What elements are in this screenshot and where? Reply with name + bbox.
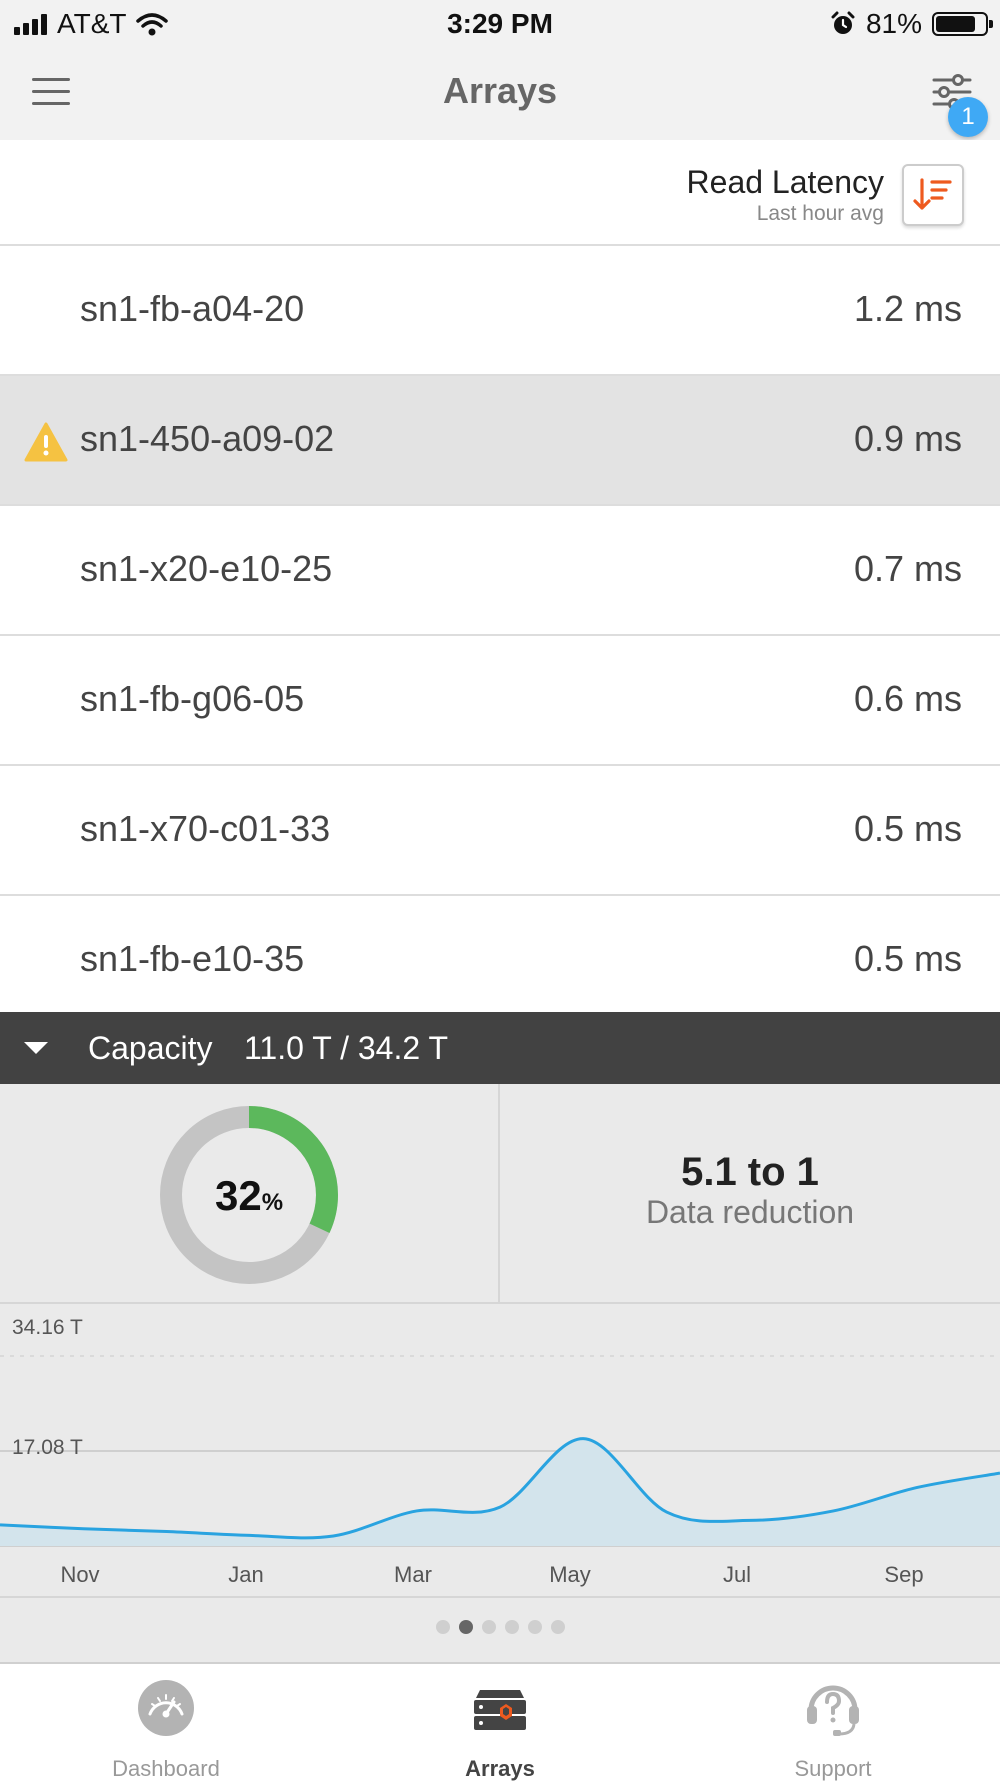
page-dot[interactable] (551, 1620, 565, 1634)
tab-support[interactable]: Support (733, 1664, 933, 1780)
array-latency: 0.6 ms (854, 678, 962, 720)
x-tick-label: May (530, 1562, 610, 1588)
sort-metric-subtitle: Last hour avg (757, 202, 884, 226)
array-name: sn1-fb-a04-20 (80, 288, 304, 330)
warning-icon (24, 422, 68, 462)
sort-metric-title[interactable]: Read Latency (687, 164, 884, 201)
array-row[interactable]: sn1-fb-g06-05 0.6 ms (0, 636, 1000, 766)
array-name: sn1-x70-c01-33 (80, 808, 330, 850)
array-name: sn1-450-a09-02 (80, 418, 334, 460)
page-dot[interactable] (436, 1620, 450, 1634)
nav-bar: Arrays (0, 48, 1000, 140)
capacity-percent-sign: % (262, 1189, 283, 1216)
tab-label: Dashboard (66, 1756, 266, 1782)
filter-count-badge[interactable]: 1 (948, 97, 988, 137)
tab-label: Arrays (400, 1756, 600, 1782)
page-dot[interactable] (482, 1620, 496, 1634)
capacity-value: 11.0 T / 34.2 T (244, 1030, 448, 1067)
status-bar: AT&T 3:29 PM 81% (0, 0, 1000, 48)
array-latency: 0.5 ms (854, 808, 962, 850)
gauge-icon (136, 1678, 196, 1738)
data-reduction-ratio: 5.1 to 1 (500, 1150, 1000, 1195)
y-tick-label: 17.08 T (12, 1436, 83, 1460)
capacity-chart-svg (0, 1304, 1000, 1598)
page-title: Arrays (0, 70, 1000, 112)
collapse-caret-icon (24, 1042, 48, 1054)
array-list: sn1-fb-a04-20 1.2 ms sn1-450-a09-02 0.9 … (0, 246, 1000, 1026)
page-indicator (0, 1598, 1000, 1662)
tab-dashboard[interactable]: Dashboard (66, 1664, 266, 1780)
storage-array-icon (470, 1678, 530, 1738)
battery-percent: 81% (866, 8, 922, 40)
sort-header: Read Latency Last hour avg (0, 140, 1000, 246)
x-tick-label: Mar (373, 1562, 453, 1588)
page-dot[interactable] (528, 1620, 542, 1634)
array-row[interactable]: sn1-x20-e10-25 0.7 ms (0, 506, 1000, 636)
sort-order-button[interactable] (902, 164, 964, 226)
capacity-label: Capacity (88, 1030, 213, 1067)
array-latency: 0.7 ms (854, 548, 962, 590)
array-name: sn1-fb-g06-05 (80, 678, 304, 720)
page-dot[interactable] (459, 1620, 473, 1634)
array-latency: 0.9 ms (854, 418, 962, 460)
array-row[interactable]: sn1-450-a09-02 0.9 ms (0, 376, 1000, 506)
alarm-icon (830, 11, 856, 37)
array-name: sn1-fb-e10-35 (80, 938, 304, 980)
capacity-percent: 32% (160, 1172, 338, 1220)
array-row[interactable]: sn1-fb-e10-35 0.5 ms (0, 896, 1000, 1026)
capacity-section-toggle[interactable]: Capacity 11.0 T / 34.2 T (0, 1012, 1000, 1084)
array-latency: 1.2 ms (854, 288, 962, 330)
x-tick-label: Jan (206, 1562, 286, 1588)
y-tick-label: 34.16 T (12, 1316, 83, 1340)
capacity-history-chart[interactable]: 34.16 T 17.08 T Nov Jan Mar May Jul Sep (0, 1304, 1000, 1598)
array-row[interactable]: sn1-fb-a04-20 1.2 ms (0, 246, 1000, 376)
capacity-panel: 32% 5.1 to 1 Data reduction (0, 1084, 1000, 1304)
sort-descending-icon (904, 166, 962, 224)
tab-arrays[interactable]: Arrays (400, 1664, 600, 1780)
capacity-percent-value: 32 (215, 1172, 262, 1219)
x-tick-label: Sep (864, 1562, 944, 1588)
support-headset-icon (803, 1678, 863, 1738)
battery-icon (932, 12, 988, 36)
tab-label: Support (733, 1756, 933, 1782)
array-latency: 0.5 ms (854, 938, 962, 980)
array-row[interactable]: sn1-x70-c01-33 0.5 ms (0, 766, 1000, 896)
data-reduction-label: Data reduction (500, 1194, 1000, 1231)
x-tick-label: Jul (697, 1562, 777, 1588)
x-tick-label: Nov (40, 1562, 120, 1588)
tab-bar: Dashboard Arrays Support (0, 1662, 1000, 1778)
page-dot[interactable] (505, 1620, 519, 1634)
array-name: sn1-x20-e10-25 (80, 548, 332, 590)
